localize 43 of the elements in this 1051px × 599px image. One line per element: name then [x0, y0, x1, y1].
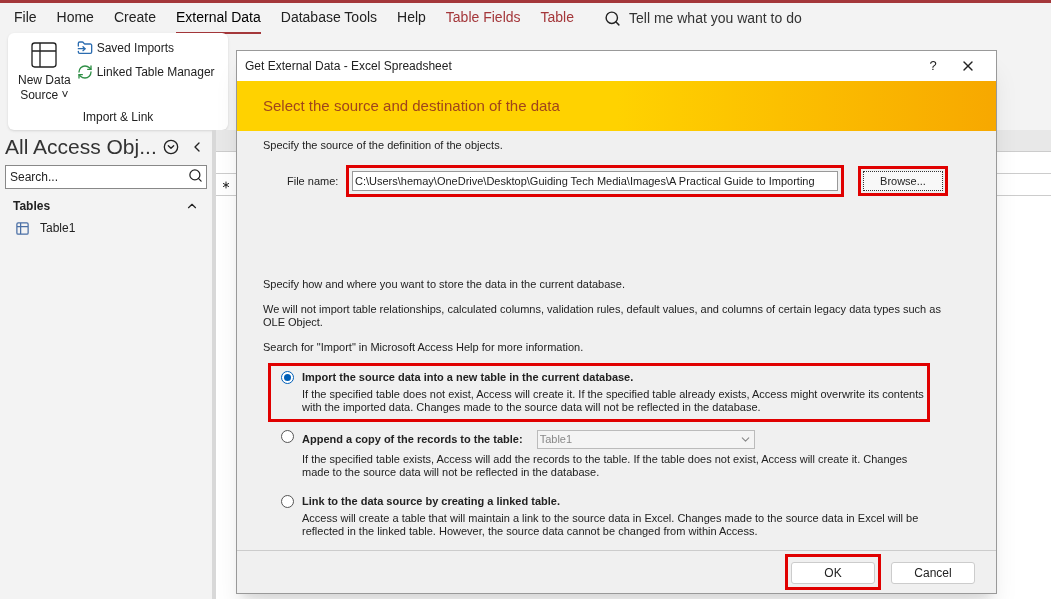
field-label: File name:	[287, 174, 340, 188]
ribbon-button[interactable]: Saved Imports	[76, 39, 215, 57]
dialog-title: Get External Data - Excel Spreadsheet	[245, 58, 453, 75]
browse-button[interactable]: Browse...	[863, 171, 943, 191]
info-text: Specify how and where you want to store the data in the current database.	[263, 278, 626, 291]
radio-button[interactable]	[281, 371, 294, 384]
nav-item[interactable]: Table1	[5, 219, 207, 237]
ribbon-button[interactable]: Linked Table Manager	[76, 63, 215, 81]
group-label: Import & Link	[81, 109, 155, 126]
tell-me-field[interactable]: Tell me what you want to do	[629, 7, 859, 29]
section-header: Tables	[13, 198, 51, 215]
nav-pane-title: All Access Obj...	[5, 134, 157, 161]
search-icon	[604, 9, 621, 27]
ribbon-tab[interactable]: Home	[56, 2, 94, 34]
option-description: If the specified table exists, Access will add the records to the table. If the table does not exist, Access will create it. Changes made to the source data will not be reflected in the database.	[302, 453, 909, 479]
ribbon-tab[interactable]: Database Tools	[280, 2, 378, 34]
search-field[interactable]: Search...	[5, 165, 207, 189]
option-description: If the specified table does not exist, Access will create it. If the specified table already exists, Access might overwrite its contents with the imported data. Changes made to the source data will not be reflected in the database.	[302, 388, 925, 414]
option-label: Link to the data source by creating a linked table.	[302, 495, 560, 508]
dialog-banner: Select the source and destination of the data	[237, 81, 996, 131]
info-text: Search for "Import" in Microsoft Access Help for more information.	[263, 341, 585, 354]
option-label: Import the source data into a new table in the current database.	[302, 371, 634, 384]
option-description: Access will create a table that will maintain a link to the source data in Excel. Changes made to the source data in Excel will be reflected in the linked table. However, the source data cannot be changed from within Access.	[302, 512, 920, 538]
ok-button[interactable]: OK	[791, 562, 875, 584]
search-icon	[188, 168, 203, 183]
dropdown-icon[interactable]	[162, 139, 179, 155]
option-label: Append a copy of the records to the table:	[302, 433, 523, 446]
ribbon-tab[interactable]: Help	[397, 2, 426, 34]
radio-button[interactable]	[281, 495, 294, 508]
instruction-text: Specify the source of the definition of the objects.	[263, 139, 504, 152]
ribbon-tab[interactable]: File	[14, 2, 37, 34]
file-name-field[interactable]: C:\Users\hemay\OneDrive\Desktop\Guiding Tech Media\Images\A Practical Guide to Importing	[352, 171, 838, 191]
new-data-source-button[interactable]: New Data Source ˅	[18, 39, 71, 108]
refresh-icon	[76, 64, 93, 80]
table-icon	[15, 220, 30, 236]
ribbon-tab[interactable]: Table Fields	[445, 2, 521, 34]
folder-arrow-icon	[76, 40, 93, 56]
cancel-button[interactable]: Cancel	[891, 562, 975, 584]
help-button[interactable]: ?	[918, 56, 948, 76]
ribbon-tab[interactable]: Create	[113, 2, 156, 34]
info-text: We will not import table relationships, calculated columns, validation rules, default values, and columns of certain legacy data types such as OLE Object.	[263, 303, 942, 329]
ribbon-tab[interactable]: Table	[540, 2, 574, 34]
radio-button[interactable]	[281, 430, 294, 443]
